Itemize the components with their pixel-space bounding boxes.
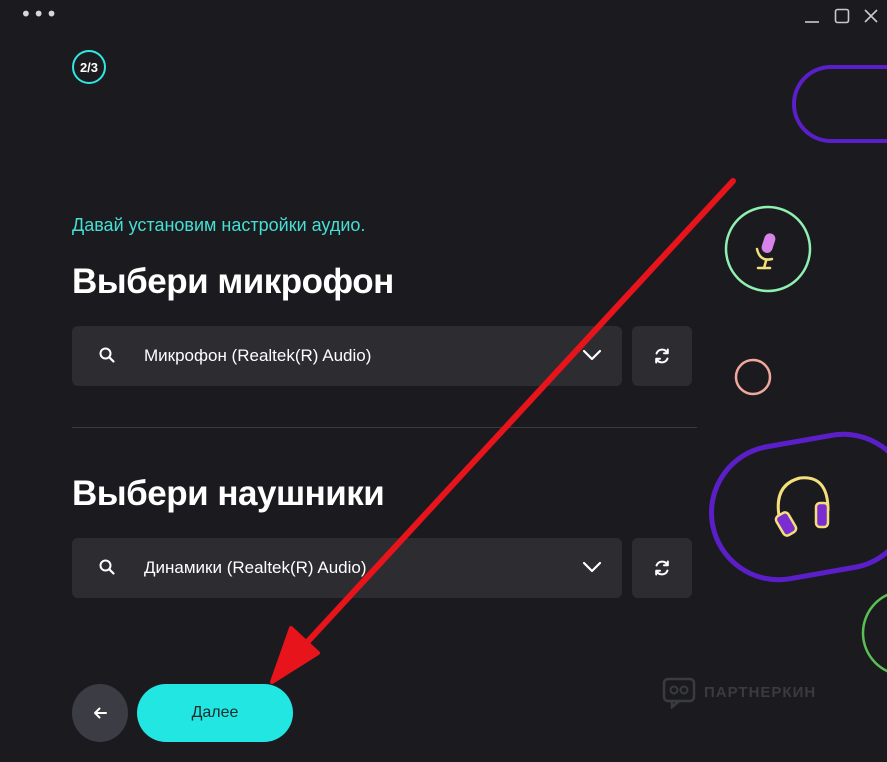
next-button-label: Далее <box>191 704 239 721</box>
section-divider <box>72 427 697 428</box>
close-icon[interactable] <box>863 8 879 24</box>
headphones-refresh-button[interactable] <box>632 538 692 598</box>
back-button[interactable] <box>72 684 128 742</box>
intro-text: Давай установим настройки аудио. <box>72 215 366 235</box>
microphone-icon <box>755 233 776 270</box>
search-icon <box>99 347 115 363</box>
step-label: 2/3 <box>79 59 99 75</box>
microphone-refresh-button[interactable] <box>632 326 692 386</box>
more-menu-icon[interactable]: ••• <box>20 4 58 24</box>
watermark: ПАРТНЕРКИН <box>662 675 816 709</box>
headphones-heading: Выбери наушники <box>72 474 385 513</box>
search-icon <box>99 559 115 575</box>
minimize-icon[interactable] <box>804 8 820 24</box>
decorative-background <box>709 65 887 673</box>
decor-green-arc <box>861 593 887 673</box>
microphone-select[interactable]: Микрофон (Realtek(R) Audio) <box>72 326 622 386</box>
headphones-selected-value: Динамики (Realtek(R) Audio) <box>144 558 367 577</box>
decor-pill-headphones <box>709 431 887 583</box>
watermark-text: ПАРТНЕРКИН <box>704 683 817 701</box>
step-indicator: 2/3 <box>72 50 106 84</box>
watermark-logo-icon <box>662 677 696 709</box>
arrow-left-icon <box>94 707 107 719</box>
decor-small-circle <box>734 358 772 396</box>
maximize-icon[interactable] <box>834 8 850 24</box>
headphones-select[interactable]: Динамики (Realtek(R) Audio) <box>72 538 622 598</box>
decor-pill-top <box>792 65 887 143</box>
next-button[interactable]: Далее <box>137 684 293 742</box>
headphones-icon <box>774 476 830 537</box>
chevron-down-icon[interactable] <box>582 348 602 362</box>
refresh-icon <box>655 560 669 576</box>
microphone-selected-value: Микрофон (Realtek(R) Audio) <box>144 346 372 365</box>
microphone-heading: Выбери микрофон <box>72 262 394 301</box>
refresh-icon <box>655 348 669 364</box>
chevron-down-icon[interactable] <box>582 560 602 574</box>
